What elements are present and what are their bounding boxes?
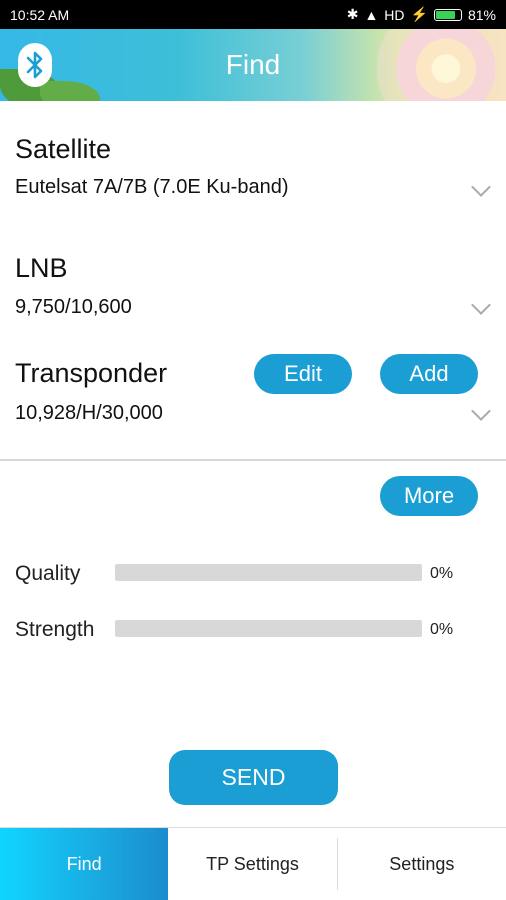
lnb-label: LNB (15, 253, 68, 283)
status-bar: 10:52 AM ✱ ▲ HD ⚡ 81% (0, 0, 506, 29)
transponder-label: Transponder (15, 358, 168, 388)
bottom-tab-bar: Find TP Settings Settings (0, 827, 506, 900)
strength-value: 0% (430, 621, 454, 638)
add-button[interactable]: Add (380, 354, 478, 394)
tab-tp-settings[interactable]: TP Settings (168, 828, 336, 900)
strength-bar (115, 620, 422, 637)
battery-percent: 81% (467, 6, 496, 23)
send-button[interactable]: SEND (169, 750, 338, 805)
signal-icon: ▲ (364, 6, 379, 23)
charging-icon: ⚡ (410, 6, 428, 22)
network-type: HD (384, 6, 405, 23)
divider (0, 459, 506, 461)
transponder-value[interactable]: 10,928/H/30,000 (15, 402, 163, 425)
tab-find[interactable]: Find (0, 828, 169, 900)
tab-settings[interactable]: Settings (338, 828, 506, 900)
lnb-chevron-down-icon[interactable] (471, 295, 491, 315)
quality-label: Quality (15, 562, 81, 585)
satellite-value[interactable]: Eutelsat 7A/7B (7.0E Ku-band) (15, 176, 289, 199)
app-header: Find (0, 29, 506, 101)
status-time: 10:52 AM (10, 6, 70, 23)
quality-value: 0% (430, 565, 454, 582)
battery-icon (433, 8, 462, 21)
satellite-chevron-down-icon[interactable] (471, 177, 491, 197)
page-title: Find (225, 49, 281, 80)
strength-label: Strength (15, 618, 95, 641)
lnb-value[interactable]: 9,750/10,600 (15, 296, 132, 319)
edit-button[interactable]: Edit (254, 354, 352, 394)
more-button[interactable]: More (380, 476, 478, 516)
transponder-chevron-down-icon[interactable] (471, 401, 491, 421)
satellite-label: Satellite (15, 134, 112, 164)
status-icons: ✱ ▲ HD ⚡ 81% (347, 6, 496, 23)
quality-bar (115, 564, 422, 581)
bluetooth-status-icon: ✱ (346, 6, 359, 22)
